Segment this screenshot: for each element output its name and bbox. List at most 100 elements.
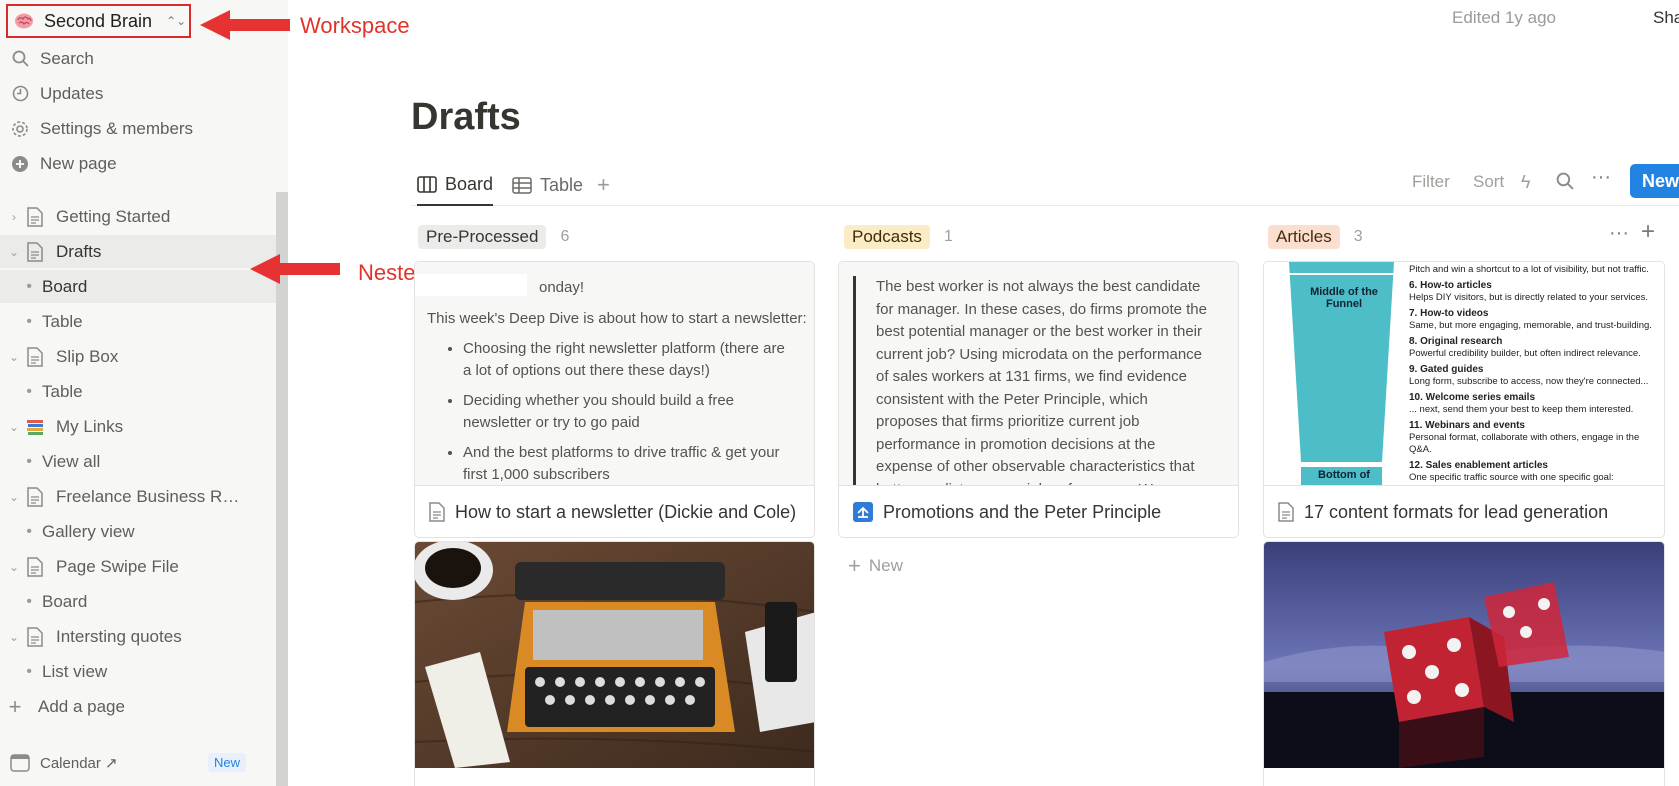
sidebar-calendar-label: Calendar ↗: [40, 754, 118, 772]
sidebar-item-board[interactable]: • Board: [0, 585, 276, 618]
sidebar-item-table[interactable]: • Table: [0, 375, 276, 408]
chevron-right-icon[interactable]: ›: [0, 210, 22, 224]
sidebar-item-label: Board: [42, 591, 88, 611]
card-peter-principle[interactable]: The best worker is not always the best c…: [838, 261, 1239, 538]
annotation-arrow-nested: [250, 254, 340, 284]
new-button[interactable]: New: [1630, 164, 1679, 198]
preview-bullets: Choosing the right newsletter platform (…: [415, 338, 795, 485]
edited-timestamp: Edited 1y ago: [1452, 8, 1556, 27]
sort-button[interactable]: Sort: [1473, 172, 1504, 192]
bullet-icon: •: [26, 382, 32, 400]
column-header-podcasts[interactable]: Podcasts 1: [844, 224, 953, 250]
search-icon[interactable]: [1556, 172, 1574, 195]
bullet-icon: •: [26, 312, 32, 330]
card-title: 17 content formats for lead generation: [1304, 501, 1609, 522]
clock-icon: [0, 85, 40, 102]
card-content-formats[interactable]: Middle of the Funnel Bottom of Pitch and…: [1263, 261, 1665, 538]
annotation-arrow-workspace: [200, 10, 290, 40]
sidebar-item-my-links[interactable]: ⌄ My Links: [0, 410, 276, 443]
document-icon: [22, 556, 48, 577]
sidebar-item-intersting-quotes[interactable]: ⌄ Intersting quotes: [0, 620, 276, 653]
column-count: 1: [943, 228, 953, 245]
add-view-button[interactable]: +: [597, 172, 610, 198]
chevron-down-icon[interactable]: ⌄: [0, 350, 22, 364]
sidebar-item-board[interactable]: • Board: [0, 270, 276, 303]
sidebar-item-label: Slip Box: [56, 346, 119, 366]
column-add-icon[interactable]: +: [1641, 218, 1655, 246]
document-icon: [429, 502, 445, 522]
add-card-button[interactable]: + New: [848, 553, 903, 579]
card-newsletter[interactable]: onday! This week's Deep Dive is about ho…: [414, 261, 815, 538]
sidebar-item-label: Intersting quotes: [56, 626, 182, 646]
sidebar-item-label: Page Swipe File: [56, 556, 179, 576]
sidebar-search[interactable]: Search: [0, 42, 276, 75]
card-dice[interactable]: [1263, 541, 1665, 786]
column-more-icon[interactable]: ···: [1609, 222, 1629, 245]
more-icon[interactable]: ···: [1591, 166, 1611, 189]
view-bar: Board Table + Filter Sort ϟ ···: [411, 164, 1679, 206]
column-tag: Pre-Processed: [418, 225, 547, 249]
sidebar-item-label: Table: [42, 381, 83, 401]
page-title: Drafts: [411, 96, 521, 138]
card-title-row: 17 content formats for lead generation: [1264, 486, 1664, 537]
share-button[interactable]: Sha: [1653, 8, 1679, 28]
sidebar-item-view-all[interactable]: • View all: [0, 445, 276, 478]
preview-bullet: Choosing the right newsletter platform (…: [463, 338, 795, 382]
filter-button[interactable]: Filter: [1412, 172, 1450, 192]
workspace-switcher[interactable]: Second Brain ⌃⌄: [6, 4, 191, 38]
sidebar-updates-label: Updates: [40, 83, 104, 103]
funnel-mid-label: Middle of the Funnel: [1310, 286, 1378, 310]
chevron-down-icon[interactable]: ⌄: [0, 560, 22, 574]
bullet-icon: •: [26, 522, 32, 540]
column-header-pre-processed[interactable]: Pre-Processed 6: [418, 224, 569, 250]
board-icon: [417, 175, 437, 193]
annotation-workspace-label: Workspace: [300, 13, 410, 38]
sidebar-item-drafts[interactable]: ⌄ Drafts: [0, 235, 276, 268]
sidebar-add-page-label: Add a page: [38, 696, 125, 716]
chevron-down-icon[interactable]: ⌄: [0, 630, 22, 644]
preview-bullet: And the best platforms to drive traffic …: [463, 442, 795, 485]
sidebar-item-gallery-view[interactable]: • Gallery view: [0, 515, 276, 548]
sidebar-add-page[interactable]: + Add a page: [0, 690, 276, 723]
search-icon: [0, 50, 40, 67]
chevron-down-icon[interactable]: ⌄: [0, 490, 22, 504]
sidebar-item-label: Board: [42, 276, 88, 296]
format-heading: 10. Welcome series emails: [1409, 392, 1536, 403]
column-header-articles[interactable]: Articles 3: [1268, 224, 1363, 250]
card-typewriter[interactable]: [414, 541, 815, 786]
sidebar-item-getting-started[interactable]: › Getting Started: [0, 200, 276, 233]
add-card-label: New: [868, 556, 903, 575]
new-badge: New: [207, 753, 246, 772]
tab-board[interactable]: Board: [417, 164, 494, 206]
sidebar-item-label: My Links: [56, 416, 124, 436]
document-icon: [22, 241, 48, 262]
sidebar-item-label: Freelance Business Res...: [56, 486, 248, 506]
formats-pitch: Pitch and win a shortcut to a lot of vis…: [1409, 264, 1649, 275]
calendar-icon: [0, 753, 40, 772]
sidebar-new-page[interactable]: New page: [0, 147, 276, 180]
chevron-down-icon[interactable]: ⌄: [0, 420, 22, 434]
tab-table[interactable]: Table: [512, 164, 583, 206]
format-text: Powerful credibility builder, but often …: [1409, 348, 1641, 359]
tab-board-label: Board: [445, 173, 494, 194]
plus-icon: +: [8, 693, 22, 719]
card-title: How to start a newsletter (Dickie and Co…: [455, 501, 797, 522]
sidebar-item-table[interactable]: • Table: [0, 305, 276, 338]
sidebar-item-list-view[interactable]: • List view: [0, 655, 276, 688]
formats-list: Pitch and win a shortcut to a lot of vis…: [1409, 264, 1664, 485]
sidebar-item-page-swipe-file[interactable]: ⌄ Page Swipe File: [0, 550, 276, 583]
sidebar-item-freelance[interactable]: ⌄ Freelance Business Res...: [0, 480, 276, 513]
format-text: Helps DIY visitors, but is directly rela…: [1409, 292, 1648, 303]
chevron-down-icon[interactable]: ⌄: [0, 245, 22, 259]
sidebar-calendar[interactable]: Calendar ↗ New: [0, 746, 276, 779]
sidebar-updates[interactable]: Updates: [0, 77, 276, 110]
sidebar-item-label: Getting Started: [56, 206, 171, 226]
format-text: ... next, send them your best to keep th…: [1409, 404, 1634, 415]
chevron-updown-icon: ⌃⌄: [166, 14, 187, 28]
typewriter-image: [415, 542, 814, 768]
bullet-icon: •: [26, 592, 32, 610]
sidebar-item-label: Gallery view: [42, 521, 135, 541]
sidebar-item-slip-box[interactable]: ⌄ Slip Box: [0, 340, 276, 373]
lightning-icon[interactable]: ϟ: [1521, 172, 1531, 193]
sidebar-settings[interactable]: Settings & members: [0, 112, 276, 145]
